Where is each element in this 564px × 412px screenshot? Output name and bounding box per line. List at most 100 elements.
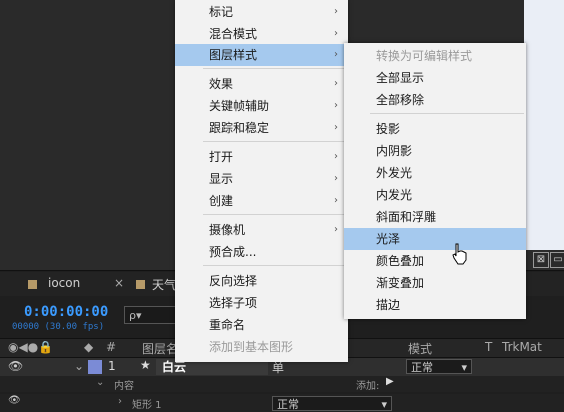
- submenu-item-gradient-overlay[interactable]: 渐变叠加: [344, 272, 526, 294]
- submenu-item-remove-all[interactable]: 全部移除: [344, 89, 526, 111]
- chevron-right-icon: ›: [334, 173, 338, 184]
- submenu-item-label: 斜面和浮雕: [376, 210, 437, 224]
- submenu-item-label: 光泽: [376, 232, 401, 246]
- chevron-right-icon: ›: [334, 49, 338, 60]
- menu-item-label: 反向选择: [209, 274, 258, 288]
- menu-item-label: 创建: [209, 194, 234, 208]
- menu-item-label: 混合模式: [209, 27, 258, 41]
- menu-item-label: 跟踪和稳定: [209, 121, 270, 135]
- rect-label: 矩形 1: [132, 400, 162, 411]
- layer-styles-submenu: 转换为可编辑样式 全部显示 全部移除 投影 内阴影 外发光 内发光 斜面和浮雕 …: [344, 43, 526, 319]
- rect-mode-value: 正常: [277, 398, 299, 411]
- mouse-cursor-icon: [452, 243, 467, 265]
- layer-index: 1: [108, 359, 116, 373]
- comp-color-swatch: [28, 280, 37, 289]
- menu-item-effects[interactable]: 效果 ›: [175, 73, 348, 95]
- submenu-item-label: 内阴影: [376, 144, 413, 158]
- chevron-right-icon: ›: [334, 100, 338, 111]
- layer-name-header[interactable]: 图层名: [142, 340, 178, 357]
- label-icon: ◆: [84, 340, 94, 354]
- t-header: T: [485, 340, 493, 354]
- menu-item-select-children[interactable]: 选择子项: [175, 292, 348, 314]
- tab-close-icon[interactable]: ×: [114, 276, 124, 290]
- layer-mode-value: 正常: [411, 361, 433, 374]
- trkmat-header[interactable]: TrkMat: [502, 340, 542, 354]
- current-timecode[interactable]: 0:00:00:00: [24, 304, 108, 320]
- menu-item-label: 效果: [209, 77, 234, 91]
- submenu-item-label: 转换为可编辑样式: [376, 49, 473, 63]
- menu-item-layer-styles[interactable]: 图层样式 ›: [175, 44, 348, 66]
- search-icon: ρ▾: [129, 309, 142, 322]
- menu-item-label: 图层样式: [209, 48, 258, 62]
- layer-mode-dropdown[interactable]: 正常 ▾: [406, 359, 472, 374]
- menu-item-invert-selection[interactable]: 反向选择: [175, 270, 348, 292]
- av-switches-icon: ◉◀●🔒: [8, 340, 54, 354]
- submenu-item-inner-glow[interactable]: 内发光: [344, 184, 526, 206]
- submenu-item-stroke[interactable]: 描边: [344, 294, 526, 316]
- grid-icon[interactable]: ⊠: [533, 252, 549, 268]
- menu-item-keyframe-assistant[interactable]: 关键帧辅助 ›: [175, 95, 348, 117]
- chevron-down-icon-2: ▾: [381, 398, 387, 411]
- menu-item-label: 显示: [209, 172, 234, 186]
- menu-separator: [370, 113, 524, 114]
- menu-item-track-stabilize[interactable]: 跟踪和稳定 ›: [175, 117, 348, 139]
- menu-item-markers[interactable]: 标记 ›: [175, 1, 348, 23]
- submenu-item-outer-glow[interactable]: 外发光: [344, 162, 526, 184]
- menu-item-open[interactable]: 打开 ›: [175, 146, 348, 168]
- mode-header[interactable]: 模式: [408, 340, 432, 357]
- menu-item-camera[interactable]: 摄像机 ›: [175, 219, 348, 241]
- menu-separator: [203, 68, 346, 69]
- submenu-item-drop-shadow[interactable]: 投影: [344, 118, 526, 140]
- submenu-item-color-overlay[interactable]: 颜色叠加: [344, 250, 526, 272]
- menu-item-label: 添加到基本图形: [209, 340, 294, 354]
- hash-icon: #: [106, 340, 117, 354]
- menu-item-reveal[interactable]: 显示 ›: [175, 168, 348, 190]
- submenu-item-label: 渐变叠加: [376, 276, 425, 290]
- menu-item-label: 重命名: [209, 318, 246, 332]
- menu-item-label: 标记: [209, 5, 234, 19]
- menu-item-label: 打开: [209, 150, 234, 164]
- add-label: 添加:: [356, 381, 380, 392]
- menu-item-label: 关键帧辅助: [209, 99, 270, 113]
- menu-item-label: 预合成...: [209, 245, 257, 259]
- rect-chevron-icon[interactable]: ›: [118, 396, 122, 407]
- chevron-right-icon: ›: [334, 122, 338, 133]
- submenu-item-label: 全部移除: [376, 93, 425, 107]
- submenu-item-convert-editable: 转换为可编辑样式: [344, 45, 526, 67]
- contents-row[interactable]: ⌄ 内容 添加: ▶: [0, 376, 564, 392]
- submenu-item-satin[interactable]: 光泽: [344, 228, 526, 250]
- submenu-item-label: 投影: [376, 122, 401, 136]
- rect-mode-dropdown[interactable]: 正常 ▾: [272, 396, 392, 411]
- menu-item-add-essential-graphics: 添加到基本图形: [175, 336, 348, 358]
- tab-iocon[interactable]: iocon: [48, 276, 80, 290]
- menu-item-label: 选择子项: [209, 296, 258, 310]
- tab-weather[interactable]: 天气: [152, 276, 176, 293]
- rectangle-row[interactable]: 👁 › 矩形 1 正常 ▾: [0, 394, 564, 412]
- region-icon[interactable]: ▭: [550, 252, 564, 268]
- menu-separator: [203, 214, 346, 215]
- expand-chevron-icon[interactable]: ⌄: [74, 359, 84, 373]
- menu-item-blending-mode[interactable]: 混合模式 ›: [175, 23, 348, 45]
- frame-rate-readout: 00000 (30.00 fps): [12, 322, 105, 332]
- layer-label-color[interactable]: [88, 360, 102, 374]
- submenu-item-show-all[interactable]: 全部显示: [344, 67, 526, 89]
- contents-chevron-icon[interactable]: ⌄: [96, 377, 104, 388]
- menu-item-precompose[interactable]: 预合成...: [175, 241, 348, 263]
- comp-color-swatch-2: [136, 280, 145, 289]
- chevron-right-icon: ›: [334, 78, 338, 89]
- visibility-eye-icon-2[interactable]: 👁: [8, 395, 21, 406]
- chevron-right-icon: ›: [334, 151, 338, 162]
- menu-separator: [203, 141, 346, 142]
- composition-viewer-area: [524, 0, 564, 250]
- submenu-item-inner-shadow[interactable]: 内阴影: [344, 140, 526, 162]
- menu-item-create[interactable]: 创建 ›: [175, 190, 348, 212]
- menu-separator: [203, 265, 346, 266]
- submenu-item-bevel-emboss[interactable]: 斜面和浮雕: [344, 206, 526, 228]
- menu-item-rename[interactable]: 重命名: [175, 314, 348, 336]
- chevron-right-icon: ›: [334, 6, 338, 17]
- layer-search-input[interactable]: ρ▾: [124, 306, 176, 324]
- submenu-item-label: 颜色叠加: [376, 254, 425, 268]
- visibility-eye-icon[interactable]: 👁: [8, 359, 23, 373]
- add-play-icon[interactable]: ▶: [386, 376, 394, 387]
- chevron-right-icon: ›: [334, 28, 338, 39]
